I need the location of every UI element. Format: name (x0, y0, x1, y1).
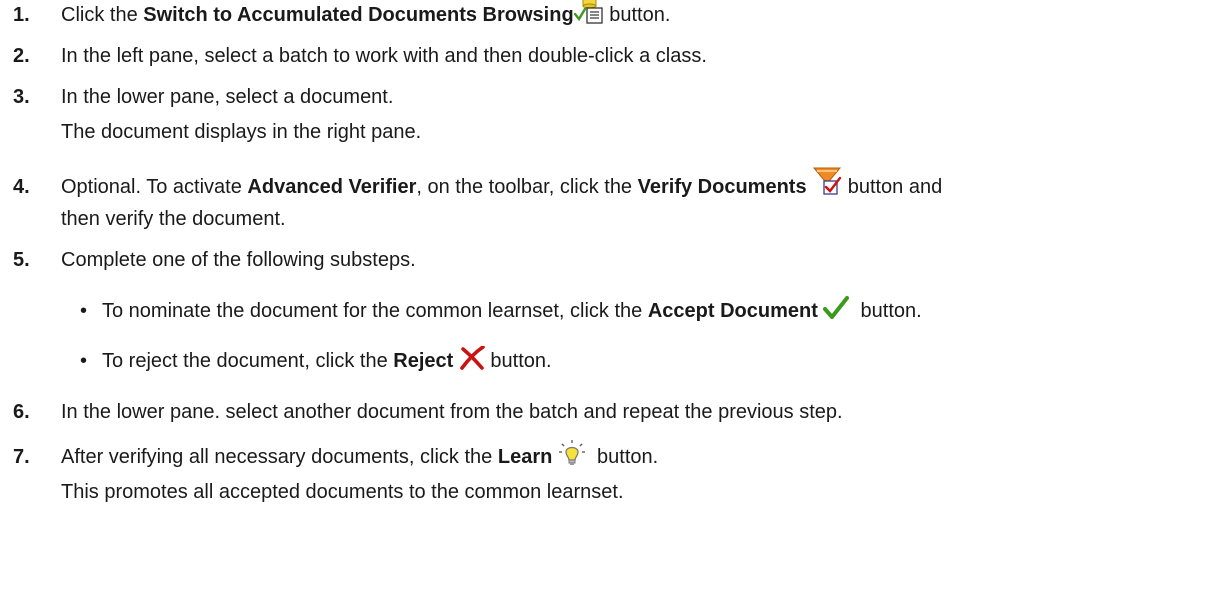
step-number: 7. (13, 446, 30, 468)
substep-reject: • To reject the document, click the Rejec… (80, 345, 552, 374)
accept-document-icon (823, 295, 850, 320)
step-text: Optional. To activate (61, 176, 248, 198)
substep-text: To reject the document, click the (102, 350, 394, 372)
step-4: 4. Optional. To activate Advanced Verifie… (8, 167, 1201, 200)
step-ui-term: Accept Document (647, 300, 818, 322)
step-text: In the lower pane, select a document. (61, 86, 394, 108)
reject-icon (459, 345, 485, 370)
step-number: 6. (13, 401, 30, 423)
substep-text: To nominate the document for the common … (102, 300, 648, 322)
step-text: Click the (61, 4, 144, 26)
step-number: 5. (13, 249, 30, 271)
substep-text: button. (484, 350, 552, 372)
step-3-result: The document displays in the right pane. (61, 121, 422, 143)
step-7: 7. After verifying all necessary document… (8, 439, 1201, 470)
substep-accept: • To nominate the document for the common… (80, 295, 922, 324)
step-text: In the left pane, select a batch to work… (61, 45, 707, 67)
bullet-marker: • (80, 300, 88, 322)
step-text: , on the toolbar, click the (416, 176, 638, 198)
step-number: 2. (13, 45, 30, 67)
substep-text: button. (855, 300, 922, 322)
verify-documents-icon (812, 166, 842, 196)
step-ui-term: Advanced Verifier (247, 176, 417, 198)
step-ui-term: Verify Documents (637, 176, 807, 198)
step-1: 1. Click the Switch to Accumulated Docume… (8, 0, 1201, 28)
step-2: 2. In the left pane, select a batch to wo… (8, 43, 1201, 69)
step-5: 5. Complete one of the following substeps… (8, 247, 1201, 273)
step-number: 3. (13, 86, 30, 108)
bullet-marker: • (80, 350, 88, 372)
step-3: 3. In the lower pane, select a document. (8, 84, 1201, 110)
step-text: button and (842, 176, 943, 198)
step-4-continuation: then verify the document. (61, 208, 286, 230)
learn-lightbulb-icon (558, 439, 586, 467)
step-number: 1. (13, 4, 30, 26)
procedure-steps: 1. Click the Switch to Accumulated Docume… (0, 0, 1209, 609)
step-ui-term: Reject (393, 350, 454, 372)
step-text: button. (603, 4, 671, 26)
step-text: button. (591, 446, 659, 468)
step-ui-term: Learn (497, 446, 553, 468)
step-text: Complete one of the following substeps. (61, 249, 416, 271)
switch-to-accumulated-documents-icon (573, 0, 604, 24)
step-6: 6. In the lower pane. select another docu… (8, 399, 1201, 425)
step-text: After verifying all necessary documents,… (61, 446, 498, 468)
step-number: 4. (13, 176, 30, 198)
step-ui-term: Switch to Accumulated Documents Browsing (143, 4, 574, 26)
step-7-result: This promotes all accepted documents to … (61, 481, 624, 503)
step-text: In the lower pane. select another docume… (61, 401, 843, 423)
